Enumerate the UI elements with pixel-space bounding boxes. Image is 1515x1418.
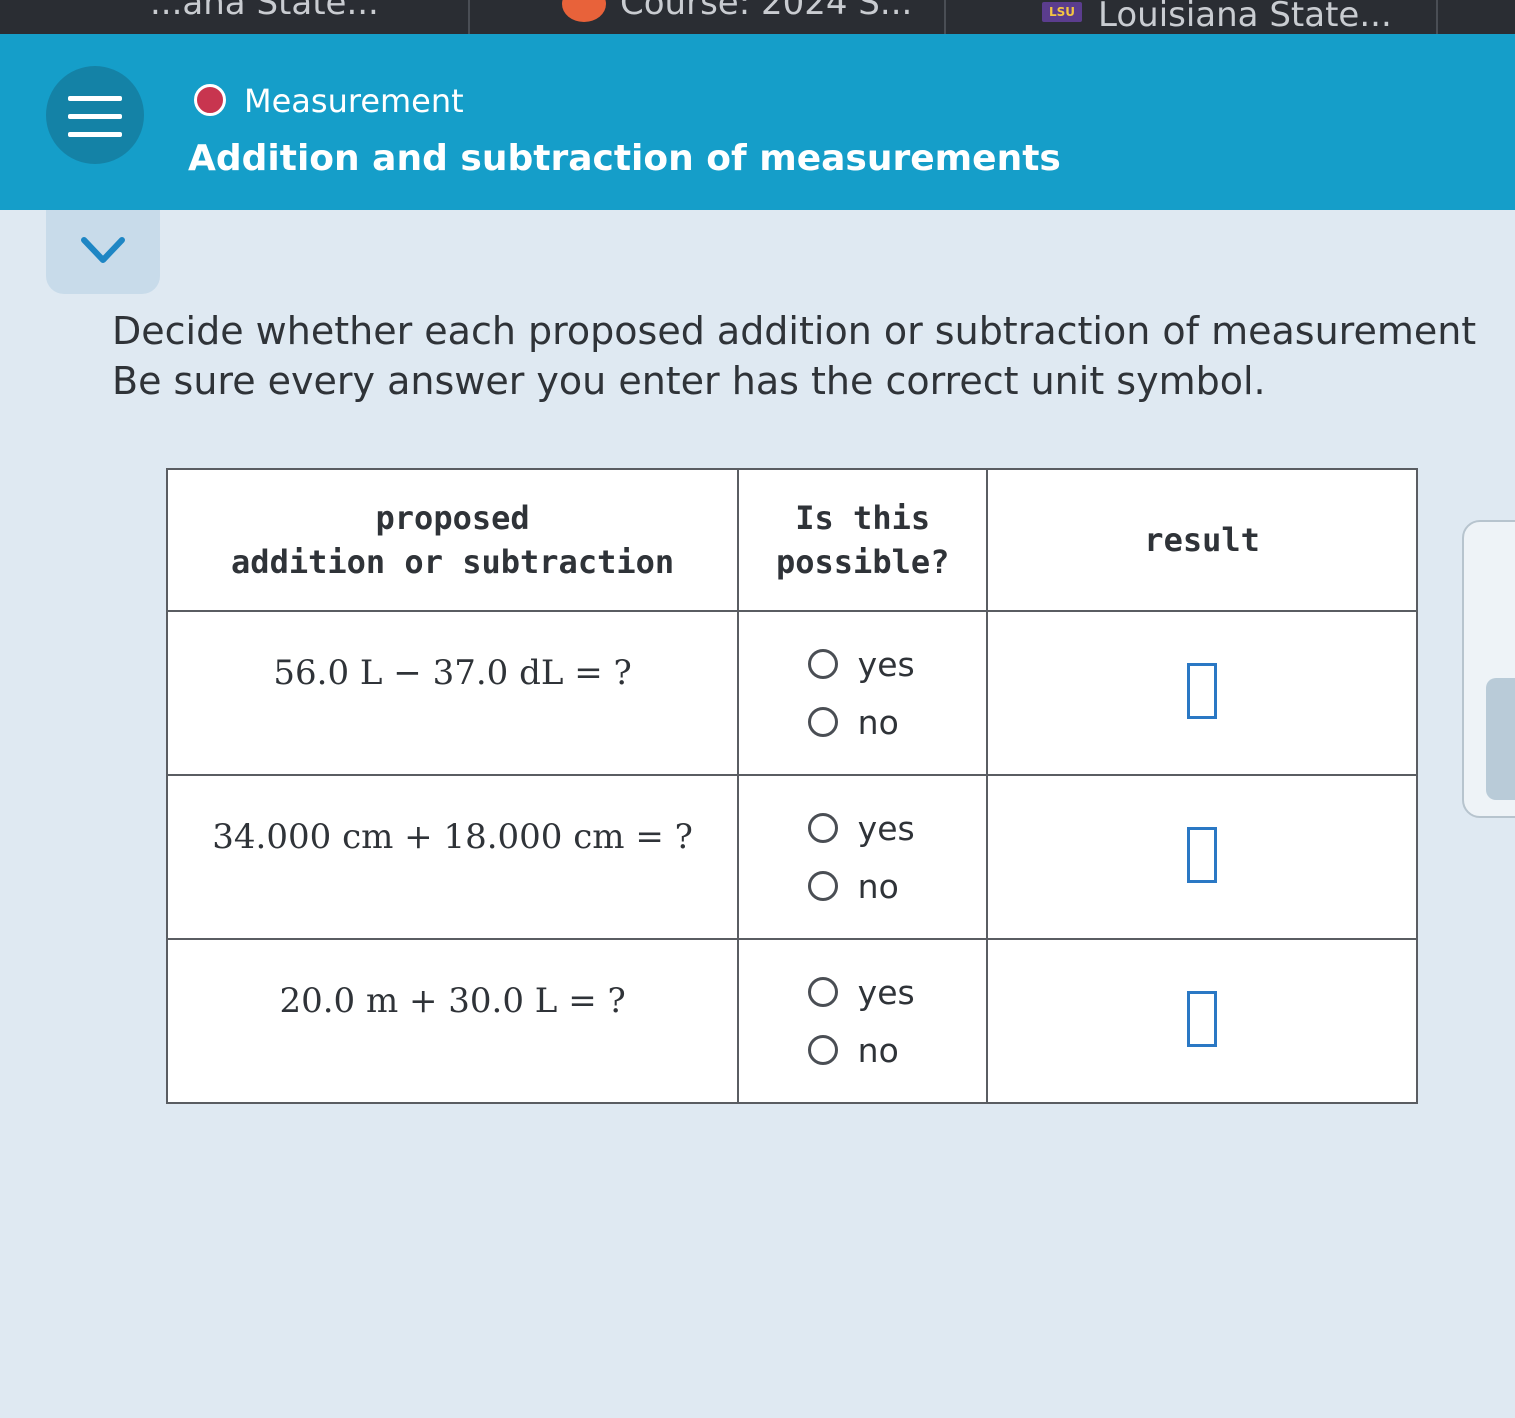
radio-circle-icon[interactable] bbox=[807, 1035, 838, 1065]
table-header-row: proposed addition or subtraction Is this… bbox=[165, 468, 1418, 612]
topic-status-dot bbox=[194, 84, 226, 116]
browser-tab-label: Course: 2024 S... bbox=[620, 0, 913, 23]
browser-tab-label: Louisiana State... bbox=[1098, 0, 1392, 35]
header-text: possible? bbox=[775, 543, 950, 581]
possible-cell: yes no bbox=[737, 938, 989, 1104]
browser-tab-label: ...ana State... bbox=[150, 0, 379, 23]
radio-circle-icon[interactable] bbox=[807, 977, 838, 1007]
hamburger-icon bbox=[68, 114, 122, 119]
radio-no[interactable]: no bbox=[740, 693, 985, 751]
expression: 20.0 m + 30.0 L = ? bbox=[279, 981, 626, 1021]
hamburger-icon bbox=[68, 132, 122, 137]
topic-header: Measurement Addition and subtraction of … bbox=[0, 34, 1515, 234]
possible-cell: yes no bbox=[737, 610, 989, 776]
header-possible: Is this possible? bbox=[737, 468, 989, 612]
radio-circle-icon[interactable] bbox=[807, 871, 838, 901]
possible-cell: yes no bbox=[737, 774, 989, 940]
expression: 56.0 L − 37.0 dL = ? bbox=[273, 653, 632, 693]
chevron-down-icon bbox=[81, 237, 125, 263]
header-text: Is this bbox=[795, 499, 931, 537]
hamburger-icon bbox=[68, 96, 122, 101]
instructions: Decide whether each proposed addition or… bbox=[112, 306, 1512, 406]
radio-yes[interactable]: yes bbox=[740, 963, 985, 1021]
radio-label: yes bbox=[857, 808, 915, 848]
expression-cell: 20.0 m + 30.0 L = ? bbox=[165, 938, 740, 1104]
header-proposed: proposed addition or subtraction bbox=[165, 468, 740, 612]
radio-yes[interactable]: yes bbox=[740, 635, 985, 693]
expression: 34.000 cm + 18.000 cm = ? bbox=[212, 817, 693, 857]
result-cell bbox=[986, 774, 1418, 940]
result-input[interactable] bbox=[1187, 663, 1218, 719]
radio-label: yes bbox=[857, 644, 915, 684]
measurement-table: proposed addition or subtraction Is this… bbox=[165, 468, 1418, 1104]
table-row: 56.0 L − 37.0 dL = ? yes no bbox=[165, 610, 1418, 776]
header-text: addition or subtraction bbox=[231, 543, 675, 581]
expression-cell: 34.000 cm + 18.000 cm = ? bbox=[165, 774, 740, 940]
radio-circle-icon[interactable] bbox=[807, 813, 838, 843]
radio-no[interactable]: no bbox=[740, 1021, 985, 1079]
menu-button[interactable] bbox=[46, 66, 144, 164]
radio-no[interactable]: no bbox=[740, 857, 985, 915]
radio-circle-icon[interactable] bbox=[807, 707, 838, 737]
header-result: result bbox=[986, 468, 1418, 612]
side-toolbar[interactable] bbox=[1462, 520, 1515, 818]
instructions-line-2: Be sure every answer you enter has the c… bbox=[112, 359, 1266, 403]
table-row: 20.0 m + 30.0 L = ? yes no bbox=[165, 938, 1418, 1104]
radio-circle-icon[interactable] bbox=[807, 649, 838, 679]
result-cell bbox=[986, 938, 1418, 1104]
expression-cell: 56.0 L − 37.0 dL = ? bbox=[165, 610, 740, 776]
radio-label: no bbox=[857, 702, 899, 742]
topic-name: Measurement bbox=[244, 82, 464, 120]
collapse-toggle[interactable] bbox=[46, 210, 160, 294]
table-row: 34.000 cm + 18.000 cm = ? yes no bbox=[165, 774, 1418, 940]
question-area: Decide whether each proposed addition or… bbox=[0, 210, 1515, 1418]
page-title: Addition and subtraction of measurements bbox=[188, 138, 1061, 179]
lsu-favicon-icon: LSU bbox=[1042, 2, 1082, 22]
result-cell bbox=[986, 610, 1418, 776]
result-input[interactable] bbox=[1187, 991, 1218, 1047]
radio-label: no bbox=[857, 1030, 899, 1070]
course-favicon-icon bbox=[562, 0, 606, 22]
instructions-line-1: Decide whether each proposed addition or… bbox=[112, 309, 1477, 353]
side-toolbar-handle[interactable] bbox=[1486, 678, 1515, 800]
header-text: proposed bbox=[375, 499, 530, 537]
radio-label: yes bbox=[857, 972, 915, 1012]
radio-yes[interactable]: yes bbox=[740, 799, 985, 857]
result-input[interactable] bbox=[1187, 827, 1218, 883]
radio-label: no bbox=[857, 866, 899, 906]
